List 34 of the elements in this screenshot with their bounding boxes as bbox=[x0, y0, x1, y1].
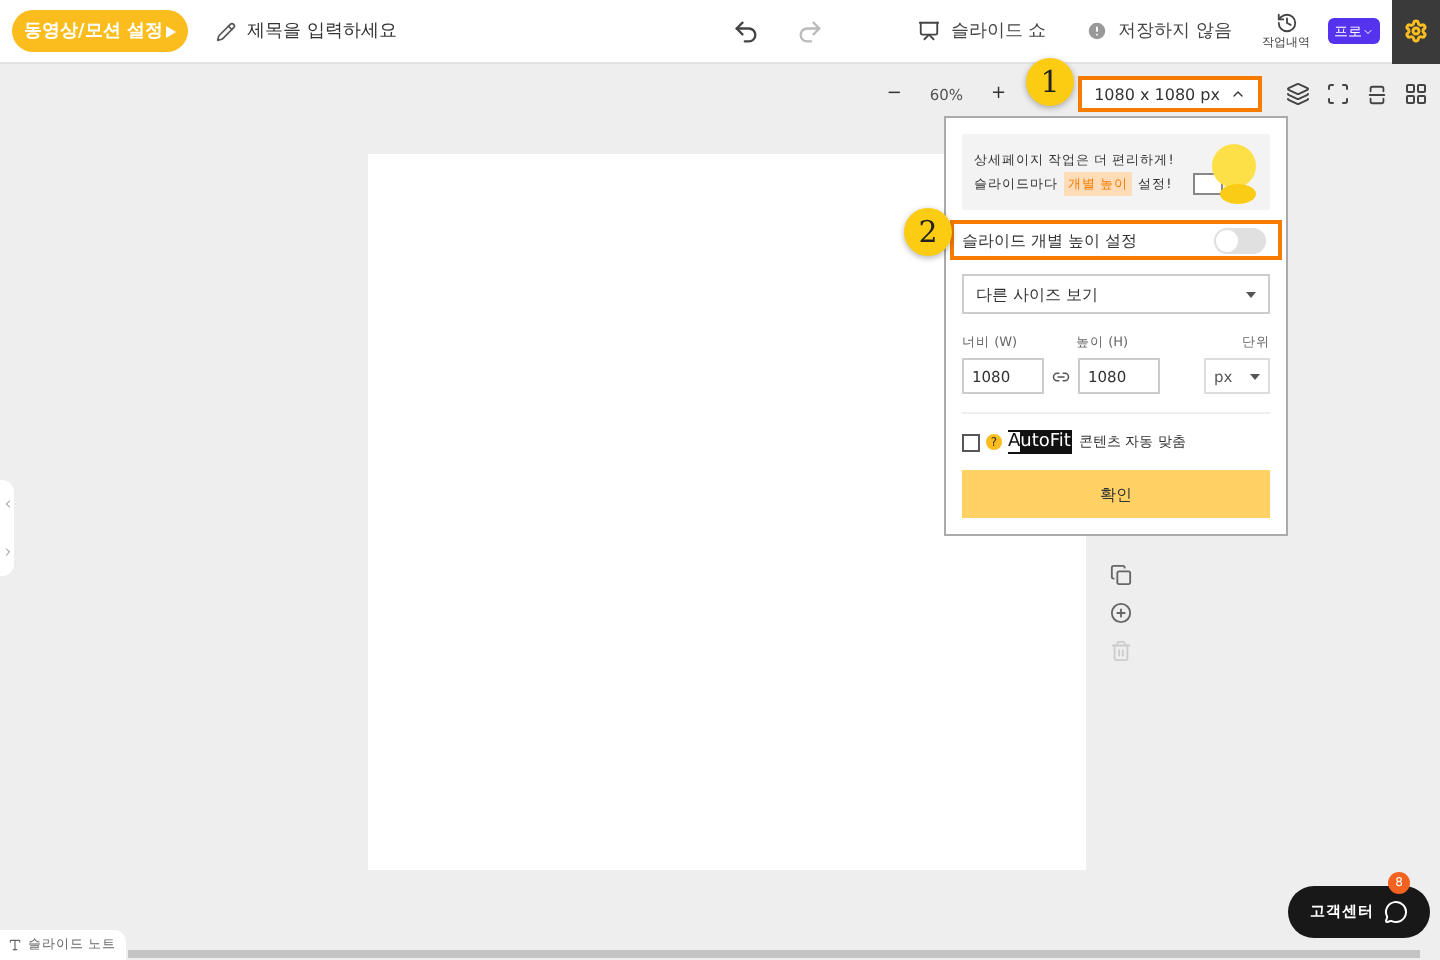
zoom-out-button[interactable]: − bbox=[886, 84, 902, 104]
link-icon[interactable] bbox=[1052, 367, 1070, 385]
scrollbar[interactable] bbox=[128, 950, 1420, 958]
save-status: 저장하지 않음 bbox=[1118, 20, 1232, 44]
undo-button[interactable] bbox=[732, 17, 761, 45]
chevron-up-icon bbox=[1230, 86, 1246, 102]
side-panel-handle[interactable] bbox=[0, 480, 14, 576]
height-toggle[interactable] bbox=[1214, 227, 1266, 253]
play-icon bbox=[166, 25, 177, 37]
caret-icon bbox=[1246, 291, 1256, 297]
caret-icon bbox=[1250, 373, 1260, 379]
crop-icon[interactable] bbox=[1326, 82, 1350, 106]
step-marker: 1 bbox=[1026, 58, 1074, 106]
resize-icon[interactable] bbox=[1366, 83, 1388, 105]
toggle-label: 슬라이드 개별 높이 설정 bbox=[962, 229, 1138, 251]
duplicate-icon[interactable] bbox=[1110, 564, 1132, 586]
presentation-icon bbox=[918, 20, 941, 42]
settings-icon bbox=[1404, 18, 1428, 44]
layers-icon[interactable] bbox=[1286, 82, 1310, 106]
confirm-button[interactable]: 확인 bbox=[962, 470, 1270, 518]
size-preset-select[interactable]: 다른 사이즈 보기 bbox=[962, 274, 1270, 314]
pencil-icon bbox=[216, 21, 237, 41]
autofit-checkbox[interactable] bbox=[962, 433, 980, 451]
grid-icon[interactable] bbox=[1404, 82, 1428, 106]
title-field[interactable]: 제목을 입력하세요 bbox=[246, 18, 397, 44]
add-icon[interactable] bbox=[1110, 602, 1132, 624]
chat-icon bbox=[1384, 900, 1408, 924]
text-icon bbox=[8, 938, 22, 952]
zoom-in-button[interactable]: + bbox=[991, 84, 1007, 104]
settings-button[interactable] bbox=[1392, 0, 1440, 63]
slideshow-button[interactable]: 슬라이드 쇼 bbox=[918, 18, 1047, 44]
canvas-size-button[interactable]: 1080 x 1080 px bbox=[1078, 76, 1262, 112]
alert-icon bbox=[1086, 20, 1109, 42]
history-icon bbox=[1275, 11, 1297, 33]
